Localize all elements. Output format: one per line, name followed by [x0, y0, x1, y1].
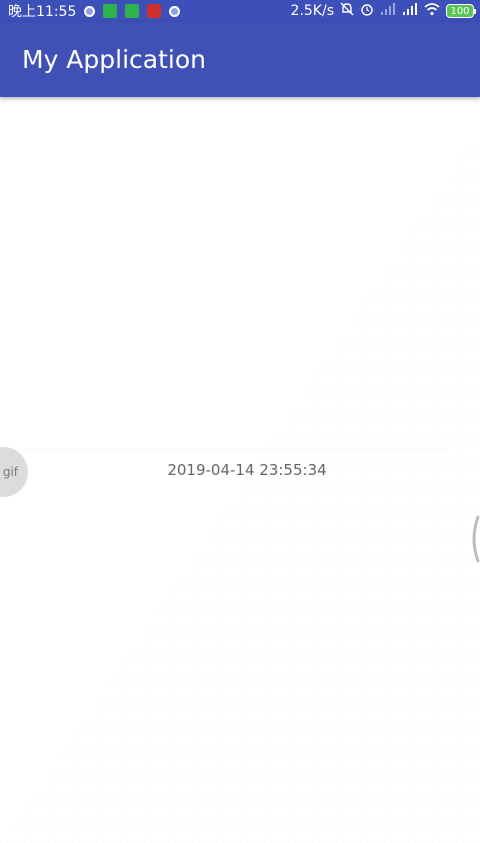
battery-icon: 100	[446, 4, 476, 18]
alarm-icon	[360, 2, 374, 20]
app-badge-green-icon	[103, 4, 118, 18]
wifi-icon	[424, 2, 440, 20]
app-screen: 晚上11:55 2.5K/s 100 My Application gif 20…	[0, 0, 480, 843]
app-bar: My Application	[0, 22, 480, 97]
signal-icon	[402, 2, 418, 20]
notification-dot-icon	[84, 5, 96, 17]
timestamp-text: 2019-04-14 23:55:34	[167, 461, 327, 479]
signal-weak-icon	[380, 2, 396, 20]
divider-line	[28, 449, 448, 450]
status-bar: 晚上11:55 2.5K/s 100	[0, 0, 480, 22]
app-badge-green-icon	[125, 4, 140, 18]
app-title: My Application	[22, 45, 206, 74]
mute-icon	[340, 2, 354, 20]
status-bar-left: 晚上11:55	[0, 1, 181, 21]
network-speed: 2.5K/s	[290, 3, 334, 19]
content-area: gif 2019-04-14 23:55:34	[0, 97, 480, 843]
app-badge-red-icon	[147, 4, 162, 18]
status-time: 晚上11:55	[8, 4, 77, 20]
status-bar-right: 2.5K/s 100	[291, 2, 480, 20]
edge-swipe-handle[interactable]	[468, 515, 480, 563]
notification-dot-icon	[169, 5, 181, 17]
